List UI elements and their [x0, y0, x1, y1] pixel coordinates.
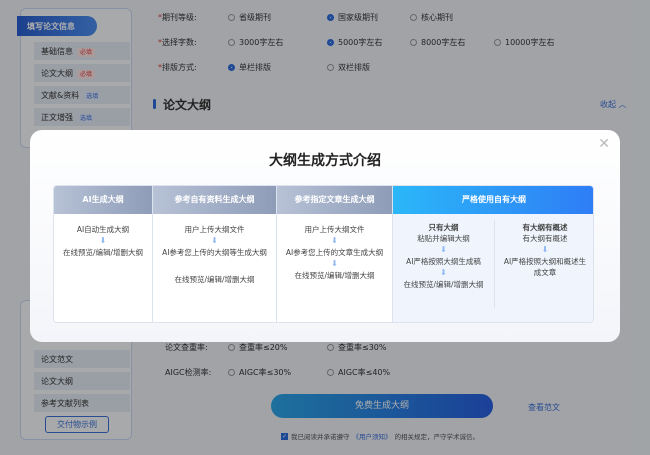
column-header: 严格使用自有大纲	[393, 186, 593, 214]
step: AI严格按照大纲生成稿	[406, 257, 481, 266]
column-reference-article: 参考指定文章生成大纲 用户上传大纲文件 ⬇ AI参考您上传的文章生成大纲 ⬇ 在…	[277, 186, 393, 322]
column-header: 参考自有资料生成大纲	[153, 186, 276, 214]
step: 粘贴并编辑大纲	[417, 234, 470, 243]
arrow-down-icon: ⬇	[541, 245, 549, 254]
column-own-materials: 参考自有资料生成大纲 用户上传大纲文件 ⬇ AI参考您上传的大纲等生成大纲 在线…	[153, 186, 277, 322]
column-strict-own: 严格使用自有大纲 只有大纲 粘贴并编辑大纲 ⬇ AI严格按照大纲生成稿 ⬇ 在线…	[393, 186, 593, 322]
sub-title: 只有大纲	[428, 223, 459, 232]
arrow-down-icon: ⬇	[331, 259, 338, 268]
step: 在线预览/编辑/增删大纲	[174, 275, 255, 284]
close-icon[interactable]: ✕	[598, 136, 610, 152]
step: 在线预览/编辑/增删大纲	[294, 271, 375, 280]
arrow-down-icon: ⬇	[331, 236, 338, 245]
step: AI严格按照大纲和概述生成文章	[503, 257, 587, 277]
sub-title: 有大纲有概述	[522, 223, 568, 232]
subcolumn-outline-only: 只有大纲 粘贴并编辑大纲 ⬇ AI严格按照大纲生成稿 ⬇ 在线预览/编辑/增删大…	[393, 214, 494, 322]
method-table: AI生成大纲 AI自动生成大纲 ⬇ 在线预览/编辑/增删大纲 参考自有资料生成大…	[53, 185, 594, 323]
modal-title: 大纲生成方式介绍	[269, 153, 381, 169]
step: 用户上传大纲文件	[184, 225, 245, 234]
step: 在线预览/编辑/增删大纲	[403, 280, 484, 289]
step: 在线预览/编辑/增删大纲	[62, 248, 144, 257]
column-header: 参考指定文章生成大纲	[277, 186, 392, 214]
step: 有大纲有概述	[522, 234, 568, 243]
step: 用户上传大纲文件	[304, 225, 365, 234]
step: AI参考您上传的文章生成大纲	[285, 248, 384, 257]
subcolumn-outline-summary: 有大纲有概述 有大纲有概述 ⬇ AI严格按照大纲和概述生成文章	[495, 214, 593, 322]
arrow-down-icon: ⬇	[440, 268, 447, 277]
column-ai: AI生成大纲 AI自动生成大纲 ⬇ 在线预览/编辑/增删大纲	[54, 186, 153, 322]
arrow-down-icon: ⬇	[440, 245, 447, 254]
step: AI参考您上传的大纲等生成大纲	[162, 248, 267, 257]
outline-method-modal: 大纲生成方式介绍 ✕ AI生成大纲 AI自动生成大纲 ⬇ 在线预览/编辑/增删大…	[30, 130, 620, 342]
step: AI自动生成大纲	[76, 225, 130, 234]
arrow-down-icon: ⬇	[99, 236, 107, 245]
arrow-down-icon: ⬇	[211, 236, 218, 245]
column-header: AI生成大纲	[54, 186, 152, 214]
